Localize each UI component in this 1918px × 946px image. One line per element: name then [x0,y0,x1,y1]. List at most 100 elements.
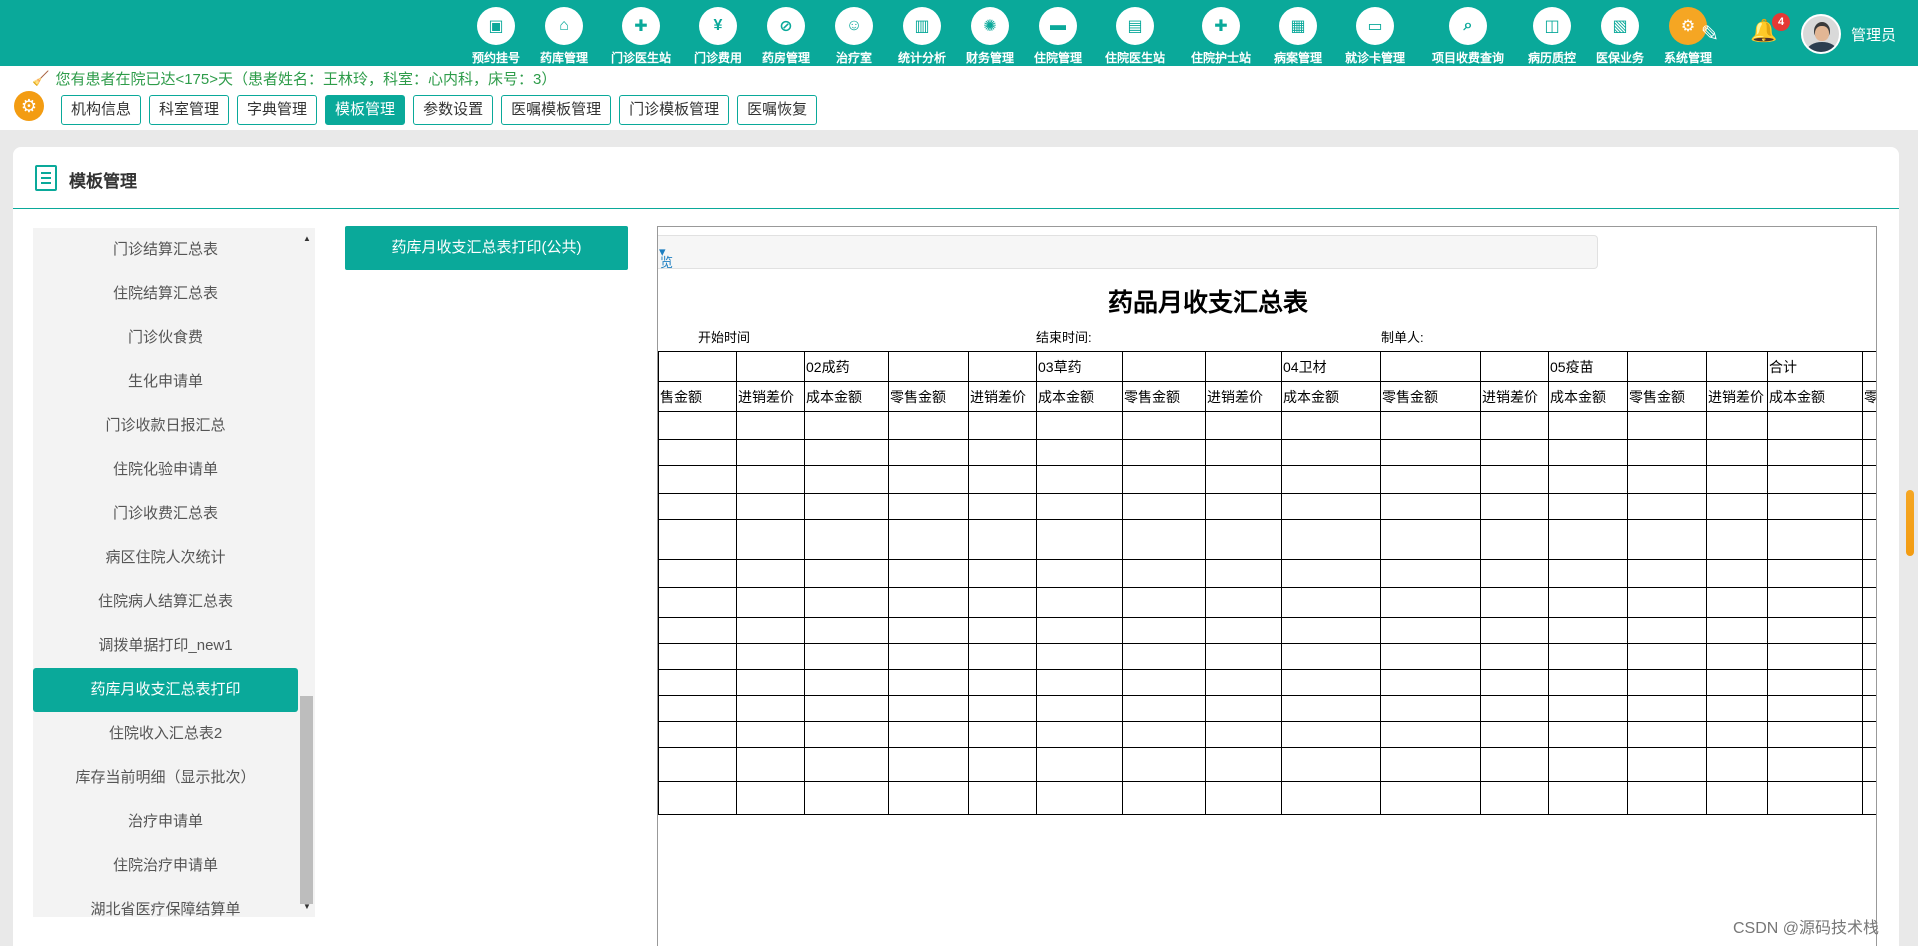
template-list-item[interactable]: 生化申请单 [33,360,298,404]
report-cell [1767,781,1863,815]
report-cell [1205,465,1282,494]
report-cell [1480,747,1549,782]
toolbar-button-5[interactable]: 参数设置 [413,95,494,125]
report-cell [1281,617,1381,644]
nav-item-1[interactable]: ▣ 预约挂号 [462,0,530,66]
nav-item-15[interactable]: ◫ 病历质控 [1518,0,1586,66]
nav-item-7[interactable]: ▥ 统计分析 [888,0,956,66]
watermark: CSDN @源码技术栈 [1733,920,1880,937]
template-list-item[interactable]: 药库月收支汇总表打印 [33,668,298,712]
toolbar-button-1[interactable]: 机构信息 [61,95,142,125]
template-print-button[interactable]: 药库月收支汇总表打印(公共) [345,226,628,270]
system-settings-gear-icon[interactable]: ⚙ [14,91,44,121]
report-cell [1862,781,1876,815]
report-cell [1122,721,1206,748]
report-cell [1706,747,1768,782]
report-cell [1627,643,1707,670]
template-list-item[interactable]: 住院结算汇总表 [33,272,298,316]
nav-item-16[interactable]: ▧ 医保业务 [1586,0,1654,66]
report-cell [1767,493,1863,520]
nav-item-label: 财务管理 [965,51,1014,65]
nav-item-6[interactable]: ☺ 治疗室 [820,0,888,66]
report-cell [804,559,889,588]
report-cell [658,669,737,696]
nav-item-3[interactable]: ✚ 门诊医生站 [598,0,684,66]
page-scroll-indicator[interactable] [1906,490,1914,556]
report-cell [1862,747,1876,782]
preview-dropdown[interactable]: 览 ▾ [659,244,673,270]
nav-item-11[interactable]: ✚ 住院护士站 [1178,0,1264,66]
nav-item-label: 药房管理 [761,51,810,65]
nav-item-14[interactable]: ⌕ 项目收费查询 [1418,0,1518,66]
report-cell [1122,669,1206,696]
nav-item-8[interactable]: ✺ 财务管理 [956,0,1024,66]
report-cell [736,747,805,782]
report-cell [736,721,805,748]
nav-item-10[interactable]: ▤ 住院医生站 [1092,0,1178,66]
scrollbar-thumb[interactable] [300,696,313,904]
template-list-scrollbar[interactable]: ▲ ▼ [299,228,314,917]
template-list-item[interactable]: 住院病人结算汇总表 [33,580,298,624]
template-list-item[interactable]: 病区住院人次统计 [33,536,298,580]
report-cell [1548,643,1628,670]
maker-label: 制单人: [1381,330,1424,345]
nav-item-13[interactable]: ▭ 就诊卡管理 [1332,0,1418,66]
toolbar-button-8[interactable]: 医嘱恢复 [737,95,818,125]
scroll-up-arrow-icon[interactable]: ▲ [303,234,311,243]
toolbar-button-2[interactable]: 科室管理 [149,95,230,125]
scroll-down-arrow-icon[interactable]: ▼ [303,902,311,911]
template-list-item[interactable]: 湖北省医疗保障结算单 [33,888,298,917]
toolbar-button-4[interactable]: 模板管理 [325,95,406,125]
report-cell: 零售金额 [1627,381,1707,412]
report-cell: 零售金额 [1122,381,1206,412]
nav-item-4[interactable]: ¥ 门诊费用 [684,0,752,66]
template-list-item[interactable]: 住院化验申请单 [33,448,298,492]
report-cell [1122,617,1206,644]
toolbar-button-7[interactable]: 门诊模板管理 [619,95,730,125]
report-cell: 进销差价 [1706,381,1768,412]
report-cell [968,465,1037,494]
user-avatar[interactable] [1801,14,1841,54]
report-cell [1627,559,1707,588]
report-cell [658,781,737,815]
report-cell [1122,465,1206,494]
top-navigation-bar: ▣ 预约挂号 ⌂ 药库管理 ✚ 门诊医生站 ¥ 门诊费用 ⊘ 药房管理 ☺ 治疗室 ▥ 统计分析 ✺ 财务管理… [0,0,1918,66]
report-cell [1862,721,1876,748]
template-list-item[interactable]: 库存当前明细（显示批次） [33,756,298,800]
report-cell [658,519,737,560]
report-cell: 成本金额 [1767,381,1863,412]
edit-pencil-icon[interactable]: ✎ [1696,20,1724,48]
report-cell: 零售金额 [888,381,969,412]
report-cell [1380,559,1481,588]
template-list-item[interactable]: 住院治疗申请单 [33,844,298,888]
template-list-item[interactable]: 住院收入汇总表2 [33,712,298,756]
report-cell [1380,465,1481,494]
user-name[interactable]: 管理员 [1851,24,1896,45]
report-cell [1706,351,1768,382]
report-cell [658,559,737,588]
template-list-item[interactable]: 门诊收费汇总表 [33,492,298,536]
nav-item-5[interactable]: ⊘ 药房管理 [752,0,820,66]
patient-stay-notice[interactable]: 🧹 您有患者在院已达<175>天（患者姓名：王林玲，科室：心内科，床号：3） [32,68,556,89]
toolbar-button-3[interactable]: 字典管理 [237,95,318,125]
report-cell: 成本金额 [1548,381,1628,412]
preview-toolbar: 览 ▾ [658,235,1598,270]
toolbar-button-6[interactable]: 医嘱模板管理 [501,95,612,125]
report-cell [1036,411,1123,440]
template-list-item[interactable]: 治疗申请单 [33,800,298,844]
nav-item-12[interactable]: ▦ 病案管理 [1264,0,1332,66]
report-cell [1122,695,1206,722]
template-list-item[interactable]: 调拨单据打印_new1 [33,624,298,668]
template-list-item[interactable]: 门诊收款日报汇总 [33,404,298,448]
nav-item-2[interactable]: ⌂ 药库管理 [530,0,598,66]
nav-item-9[interactable]: ▬ 住院管理 [1024,0,1092,66]
report-cell [1281,669,1381,696]
template-list-item[interactable]: 门诊伙食费 [33,316,298,360]
report-cell [1767,617,1863,644]
report-cell [736,781,805,815]
report-cell [1627,519,1707,560]
report-cell [1205,747,1282,782]
template-list-item[interactable]: 门诊结算汇总表 [33,228,298,272]
report-cell [804,519,889,560]
report-cell [1380,721,1481,748]
